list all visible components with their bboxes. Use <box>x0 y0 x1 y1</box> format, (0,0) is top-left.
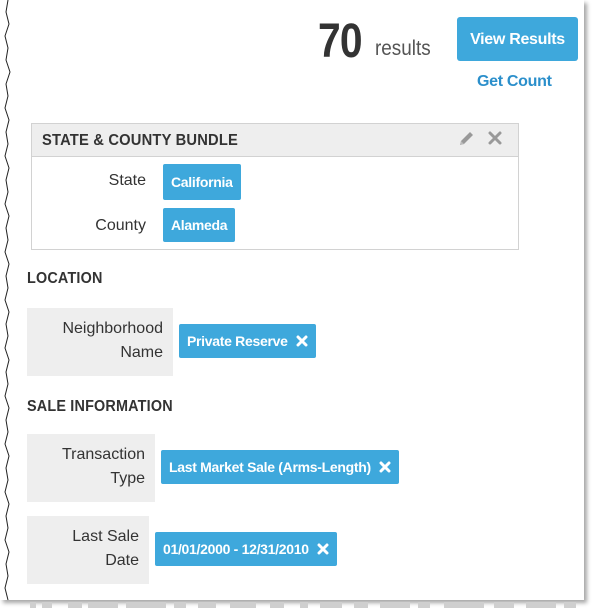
transaction-type-label: Transaction Type <box>27 434 155 502</box>
last-sale-label-line2: Date <box>105 552 139 569</box>
last-sale-date-chip[interactable]: 01/01/2000 - 12/31/2010 <box>155 532 338 566</box>
torn-edge-left <box>4 0 11 600</box>
criteria-panel: 70 results View Results Get Count STATE … <box>0 0 584 600</box>
sale-information-heading: SALE INFORMATION <box>27 398 173 415</box>
location-heading: LOCATION <box>27 270 103 287</box>
bundle-title: STATE & COUNTY BUNDLE <box>42 132 239 149</box>
neighborhood-label: Neighborhood Name <box>27 308 173 376</box>
results-label: results <box>375 37 431 60</box>
county-label: County <box>95 217 146 234</box>
transaction-type-chip[interactable]: Last Market Sale (Arms-Length) <box>161 450 400 484</box>
bundle-header: STATE & COUNTY BUNDLE <box>32 124 518 157</box>
neighborhood-label-line2: Name <box>120 344 163 361</box>
transaction-label-line1: Transaction <box>62 446 145 463</box>
get-count-link[interactable]: Get Count <box>477 72 552 92</box>
last-sale-date-chip-label: 01/01/2000 - 12/31/2010 <box>163 541 309 557</box>
remove-icon[interactable] <box>379 461 391 473</box>
state-county-bundle: STATE & COUNTY BUNDLE State California C… <box>31 123 519 250</box>
view-results-button[interactable]: View Results <box>457 17 578 61</box>
state-chip[interactable]: California <box>163 164 241 200</box>
close-icon[interactable] <box>487 130 503 146</box>
neighborhood-chip[interactable]: Private Reserve <box>179 324 317 358</box>
transaction-type-chip-label: Last Market Sale (Arms-Length) <box>169 459 371 475</box>
county-chip[interactable]: Alameda <box>163 208 236 242</box>
pencil-icon[interactable] <box>456 129 476 149</box>
remove-icon[interactable] <box>317 543 329 555</box>
transaction-label-line2: Type <box>110 470 145 487</box>
results-count: 70 <box>318 15 363 68</box>
neighborhood-label-line1: Neighborhood <box>62 320 163 337</box>
state-label: State <box>108 172 146 189</box>
remove-icon[interactable] <box>296 335 308 347</box>
torn-edge-bottom <box>30 602 576 608</box>
last-sale-date-label: Last Sale Date <box>27 516 149 584</box>
neighborhood-chip-label: Private Reserve <box>187 333 288 349</box>
last-sale-label-line1: Last Sale <box>72 528 139 545</box>
